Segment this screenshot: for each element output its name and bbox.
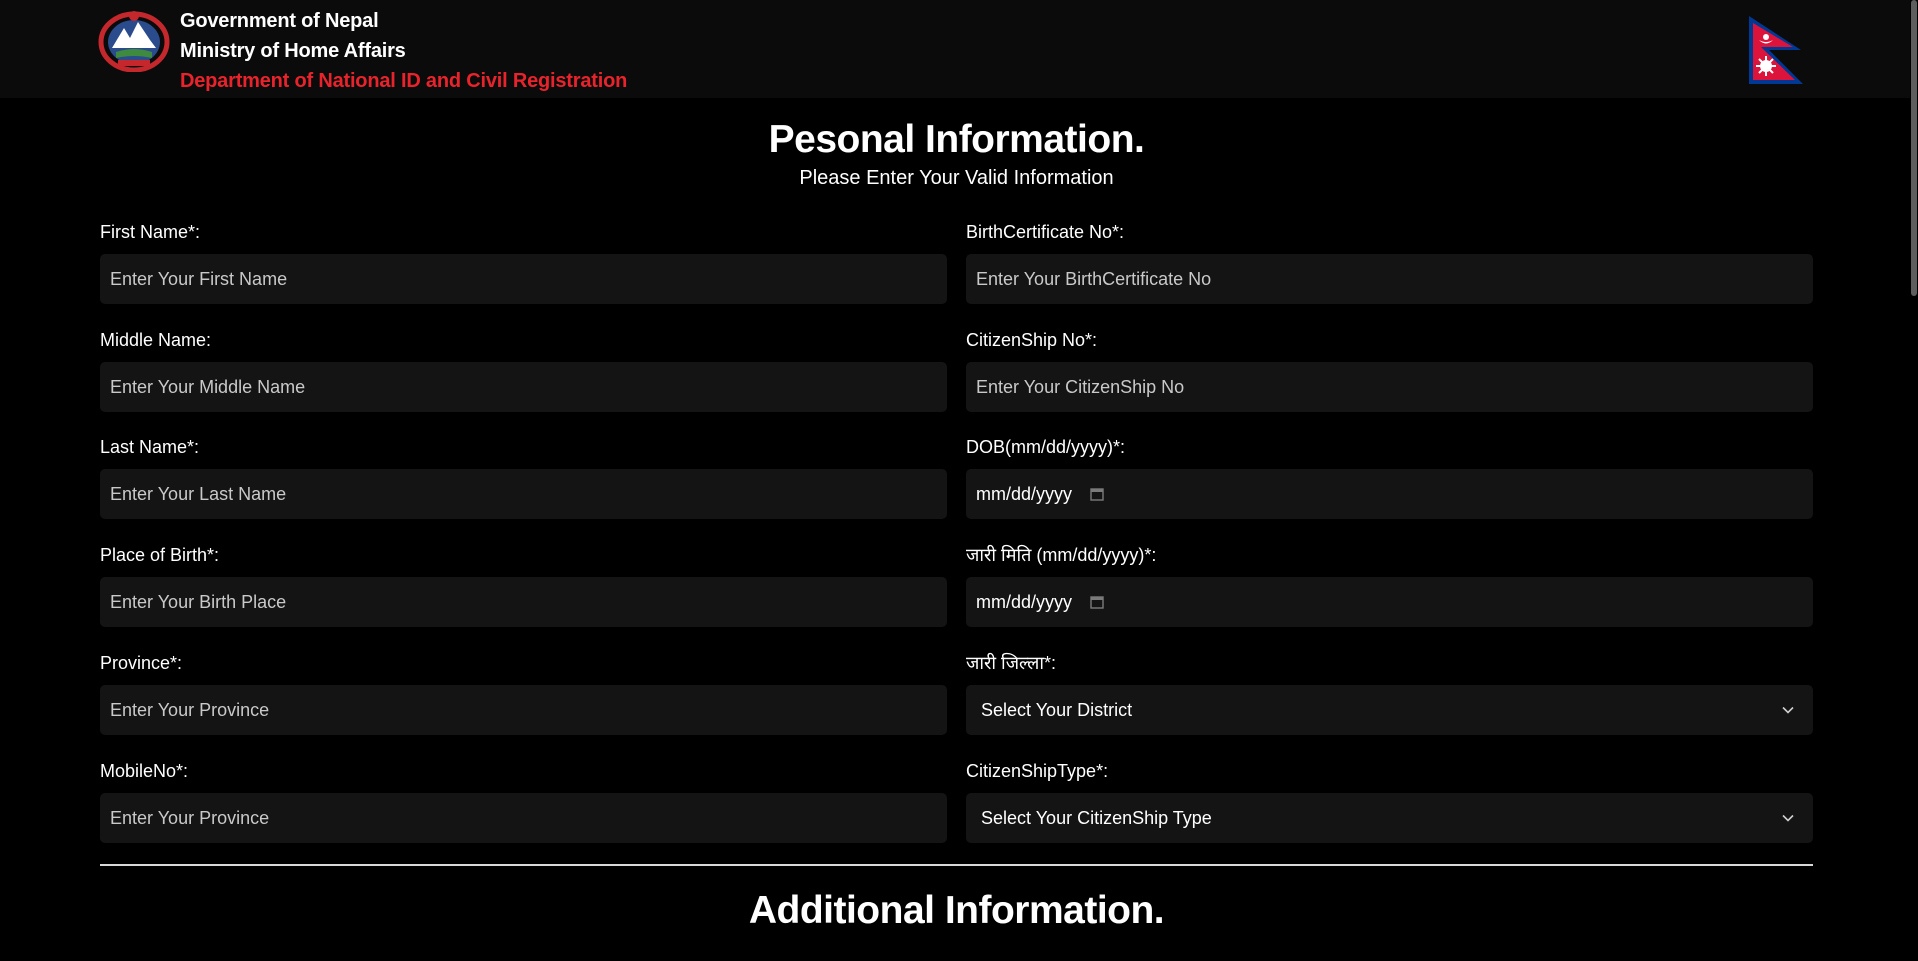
additional-info-title: Additional Information. <box>748 889 1165 932</box>
middle-name-input[interactable] <box>110 362 937 412</box>
department-title: Department of National ID and Civil Regi… <box>180 70 628 92</box>
last-name-field: Last Name*: <box>100 436 947 519</box>
birth-certificate-label: BirthCertificate No*: <box>966 222 1125 242</box>
issue-date-value: mm/dd/yyyy <box>976 591 1073 612</box>
first-name-label: First Name*: <box>100 222 201 242</box>
scrollbar[interactable] <box>1910 0 1918 961</box>
citizenship-type-label: CitizenShipType*: <box>966 761 1109 781</box>
birth-certificate-input[interactable] <box>976 254 1803 304</box>
district-select-value: Select Your District <box>981 699 1133 720</box>
scrollbar-thumb[interactable] <box>1911 0 1917 296</box>
nepal-emblem-icon <box>98 11 170 72</box>
middle-name-label: Middle Name: <box>100 330 212 350</box>
issue-district-label: जारी जिल्ला*: <box>966 653 1057 673</box>
dob-input[interactable]: mm/dd/yyyy <box>966 469 1813 519</box>
dob-label: DOB(mm/dd/yyyy)*: <box>966 437 1126 457</box>
place-of-birth-field: Place of Birth*: <box>100 544 947 627</box>
site-header: Government of Nepal Ministry of Home Aff… <box>0 0 1918 98</box>
citizenship-no-label: CitizenShip No*: <box>966 330 1098 350</box>
dob-value: mm/dd/yyyy <box>976 483 1073 504</box>
issue-district-field: जारी जिल्ला*: Select Your District <box>966 652 1813 735</box>
issue-date-label: जारी मिति (mm/dd/yyyy)*: <box>966 545 1157 565</box>
citizenship-no-field: CitizenShip No*: <box>966 329 1813 412</box>
province-label: Province*: <box>100 653 183 673</box>
last-name-label: Last Name*: <box>100 437 200 457</box>
mobile-no-label: MobileNo*: <box>100 761 189 781</box>
mobile-no-input[interactable] <box>110 793 937 843</box>
personal-info-subtitle: Please Enter Your Valid Information <box>799 167 1114 189</box>
ministry-title: Ministry of Home Affairs <box>180 40 406 62</box>
citizenship-type-field: CitizenShipType*: Select Your CitizenShi… <box>966 760 1813 843</box>
citizenship-no-input[interactable] <box>976 362 1803 412</box>
district-select[interactable]: Select Your District <box>966 685 1813 735</box>
province-field: Province*: <box>100 652 947 735</box>
chevron-down-icon <box>1782 706 1794 714</box>
calendar-icon[interactable] <box>1090 595 1104 609</box>
dob-field: DOB(mm/dd/yyyy)*: mm/dd/yyyy <box>966 436 1813 519</box>
last-name-input[interactable] <box>110 469 937 519</box>
calendar-icon[interactable] <box>1090 487 1104 501</box>
place-of-birth-label: Place of Birth*: <box>100 545 220 565</box>
nepal-flag-icon <box>1749 16 1803 84</box>
government-title: Government of Nepal <box>180 10 379 32</box>
section-divider <box>100 864 1813 866</box>
personal-info-title: Pesonal Information. <box>768 118 1145 161</box>
first-name-field: First Name*: <box>100 221 947 304</box>
chevron-down-icon <box>1782 814 1794 822</box>
mobile-no-field: MobileNo*: <box>100 760 947 843</box>
birth-certificate-field: BirthCertificate No*: <box>966 221 1813 304</box>
place-of-birth-input[interactable] <box>110 577 937 627</box>
middle-name-field: Middle Name: <box>100 329 947 412</box>
first-name-input[interactable] <box>110 254 937 304</box>
issue-date-field: जारी मिति (mm/dd/yyyy)*: mm/dd/yyyy <box>966 544 1813 627</box>
citizenship-type-select[interactable]: Select Your CitizenShip Type <box>966 793 1813 843</box>
issue-date-input[interactable]: mm/dd/yyyy <box>966 577 1813 627</box>
citizenship-type-select-value: Select Your CitizenShip Type <box>981 807 1212 828</box>
province-input[interactable] <box>110 685 937 735</box>
